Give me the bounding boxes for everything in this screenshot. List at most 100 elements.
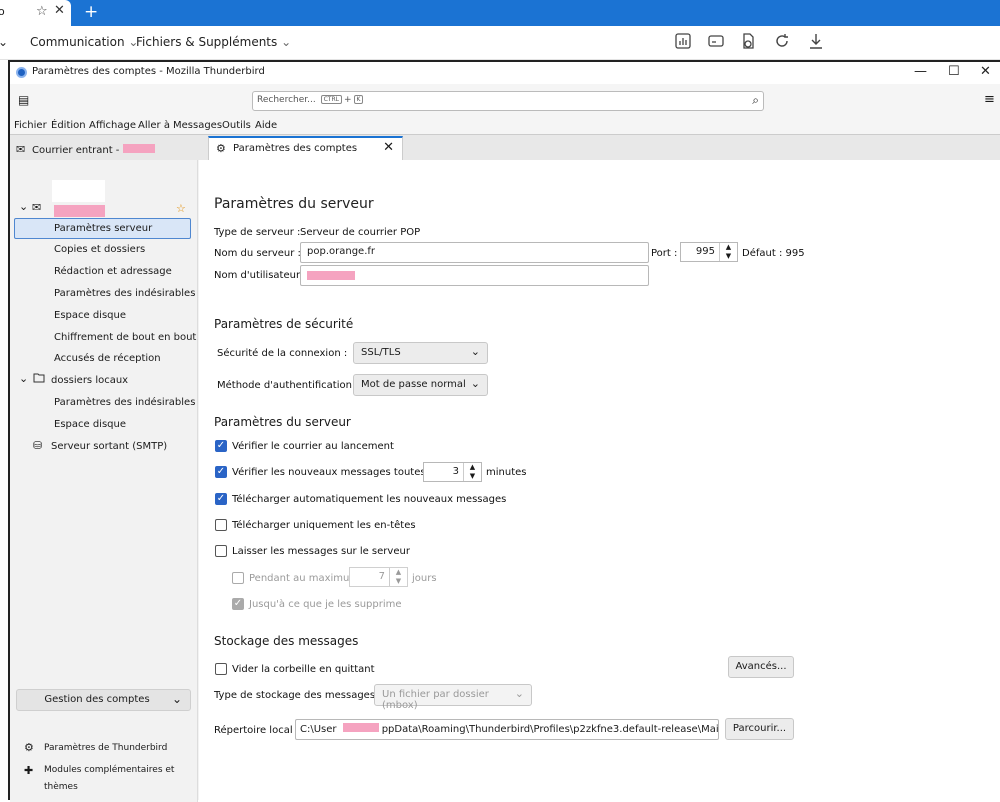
menu-fichier[interactable]: Fichier [14,120,47,131]
stepper-arrows-icon[interactable]: ▲ ▼ [463,463,481,481]
auto-download-label[interactable]: Télécharger automatiquement les nouveaux… [232,494,506,505]
empty-trash-checkbox[interactable] [215,663,227,675]
stepper-arrows-icon[interactable]: ▲ ▼ [719,243,737,261]
new-tab-icon[interactable]: + [84,2,98,22]
browser-tab[interactable]: o ☆ ✕ [0,0,71,26]
empty-trash-label[interactable]: Vider la corbeille en quittant [232,664,375,675]
headers-only-label[interactable]: Télécharger uniquement les en-têtes [232,520,416,531]
sidebar-local-folders[interactable]: dossiers locaux [51,375,128,386]
leave-on-server-checkbox[interactable] [215,545,227,557]
conn-security-select[interactable]: SSL/TLS ⌄ [353,342,488,364]
toolbar: ▤ Rechercher... CTRL + K ⌕ ≡ [10,84,1000,118]
max-days-stepper[interactable]: 7 ▲ ▼ [349,567,408,587]
menu-aller[interactable]: Aller à [138,120,170,131]
share-icon[interactable] [738,32,758,52]
browser-nav: ⌄ Communication ⌄ Fichiers & Suppléments… [0,26,1000,60]
menu-aide[interactable]: Aide [255,120,277,131]
server-name-label: Nom du serveur : [214,248,301,259]
window-close-icon[interactable]: ✕ [980,64,991,79]
gear-icon: ⚙ [24,741,34,754]
menu-outils[interactable]: Outils [222,120,251,131]
tab-account-settings[interactable]: ⚙ Paramètres des comptes ✕ [208,136,403,161]
sidebar-local-disk-space[interactable]: Espace disque [54,419,126,430]
auth-method-select[interactable]: Mot de passe normal ⌄ [353,374,488,396]
addons-link-line2[interactable]: thèmes [44,782,78,792]
chevron-down-icon: ⌄ [470,377,480,390]
port-label: Port : [651,248,678,259]
stepper-arrows-icon[interactable]: ▲ ▼ [389,568,407,586]
security-heading: Paramètres de sécurité [214,317,354,331]
thunderbird-logo-icon [16,67,27,78]
nav-communication[interactable]: Communication ⌄ [30,35,138,49]
conn-security-label: Sécurité de la connexion : [217,348,348,359]
redacted-block [122,144,155,153]
max-days-checkbox[interactable] [232,572,244,584]
puzzle-icon: ✚ [24,764,34,777]
check-interval-stepper[interactable]: 3 ▲ ▼ [423,462,482,482]
sidebar-item-composition[interactable]: Rédaction et adressage [54,266,172,277]
sidebar-item-label: Paramètres serveur [54,223,153,234]
menu-bar: Fichier Édition Affichage Aller à Messag… [10,118,1000,134]
settings-content: Paramètres du serveur Type de serveur : … [199,160,1000,802]
local-folders-chevron-icon[interactable]: ⌄ [19,372,28,385]
spaces-toolbar-icon[interactable]: ▤ [18,93,29,107]
nav-files-supplements[interactable]: Fichiers & Suppléments ⌄ [136,35,291,49]
check-every-checkbox[interactable]: ✓ [215,466,227,478]
check-startup-label[interactable]: Vérifier le courrier au lancement [232,441,394,452]
sidebar-item-junk[interactable]: Paramètres des indésirables [54,288,195,299]
sidebar-item-server-settings[interactable]: Paramètres serveur [14,218,191,239]
menu-affichage[interactable]: Affichage [89,120,136,131]
sidebar-item-disk-space[interactable]: Espace disque [54,310,126,321]
check-every-label[interactable]: Vérifier les nouveaux messages toutes le… [232,467,443,478]
card-icon[interactable] [706,32,726,52]
username-field[interactable] [300,265,649,286]
inbox-icon: ✉ [16,143,26,156]
close-icon[interactable]: ✕ [54,3,65,18]
until-delete-checkbox[interactable]: ✓ [232,598,244,610]
app-menu-icon[interactable]: ≡ [984,92,995,107]
port-value: 995 [695,246,715,257]
account-icon: ✉ [32,201,42,214]
check-interval-value: 3 [452,466,459,477]
menu-edition[interactable]: Édition [51,120,86,131]
minimize-icon[interactable]: — [914,64,927,79]
sidebar-smtp[interactable]: Serveur sortant (SMTP) [51,441,167,452]
kbd-k: K [353,95,364,104]
browser-tab-label: o [0,5,5,18]
auto-download-checkbox[interactable]: ✓ [215,493,227,505]
search-input[interactable]: Rechercher... CTRL + K ⌕ [252,91,764,111]
port-stepper[interactable]: 995 ▲ ▼ [680,242,738,262]
sidebar-item-receipts[interactable]: Accusés de réception [54,353,161,364]
sidebar-item-copies[interactable]: Copies et dossiers [54,244,145,255]
advanced-button[interactable]: Avancés... [728,656,794,678]
tab-inbox[interactable]: ✉ Courrier entrant - [10,139,200,161]
search-icon[interactable]: ⌕ [752,93,759,108]
nav-left-chevron-icon[interactable]: ⌄ [0,35,8,49]
storage-type-select[interactable]: Un fichier par dossier (mbox) ⌄ [374,684,532,711]
star-icon[interactable]: ☆ [36,4,48,19]
sidebar-item-e2e[interactable]: Chiffrement de bout en bout [54,332,196,343]
server-name-field[interactable]: pop.orange.fr [300,242,649,263]
account-name-redacted[interactable] [54,205,105,217]
sidebar-local-junk[interactable]: Paramètres des indésirables [54,397,195,408]
refresh-icon[interactable] [772,32,792,52]
addons-link-line1[interactable]: Modules complémentaires et [44,765,174,775]
menu-messages[interactable]: Messages [173,120,222,131]
chevron-down-icon: ⌄ [171,692,182,706]
kbd-plus: + [343,95,352,105]
download-icon[interactable] [806,32,826,52]
local-dir-field[interactable]: C:\User ppData\Roaming\Thunderbird\Profi… [295,719,719,740]
browse-button[interactable]: Parcourir... [725,718,794,740]
account-actions-button[interactable]: Gestion des comptes ⌄ [16,689,191,711]
thunderbird-settings-link[interactable]: Paramètres de Thunderbird [44,743,167,753]
server-type-value: Serveur de courrier POP [300,227,421,238]
headers-only-checkbox[interactable] [215,519,227,531]
minutes-label: minutes [486,467,527,478]
account-chevron-icon[interactable]: ⌄ [19,200,28,213]
tab-close-icon[interactable]: ✕ [383,140,394,155]
chevron-down-icon: ⌄ [514,687,524,700]
leave-on-server-label[interactable]: Laisser les messages sur le serveur [232,546,410,557]
chart-icon[interactable] [673,32,693,52]
check-startup-checkbox[interactable]: ✓ [215,440,227,452]
maximize-icon[interactable]: ☐ [948,64,960,79]
